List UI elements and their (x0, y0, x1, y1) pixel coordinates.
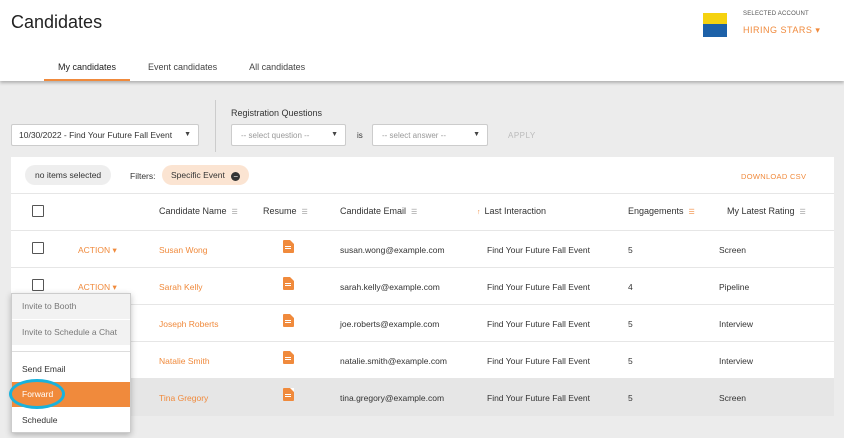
last-interaction: Find Your Future Fall Event (487, 356, 591, 366)
filter-chip: Specific Event − (162, 165, 250, 185)
menu-item-invite-to-booth[interactable]: Invite to Booth (12, 294, 130, 319)
resume-icon[interactable] (283, 277, 294, 290)
resume-icon[interactable] (283, 240, 294, 253)
menu-item-send-email[interactable]: Send Email (12, 357, 130, 382)
filter-icon: ☰ (688, 209, 695, 216)
page-header: Candidates My candidates Event candidate… (0, 0, 844, 81)
candidate-name-link[interactable]: Natalie Smith (159, 356, 210, 366)
filter-icon: ☰ (231, 209, 238, 216)
page-title: Candidates (11, 12, 103, 32)
last-interaction: Find Your Future Fall Event (487, 245, 591, 255)
account-switcher[interactable]: HIRING STARS ▾ (743, 25, 820, 36)
latest-rating: Screen (719, 245, 746, 255)
engagements-count: 5 (628, 356, 633, 366)
filter-icon: ☰ (799, 209, 806, 216)
resume-icon[interactable] (283, 351, 294, 364)
table-row: ACTION ▾ Sarah Kelly sarah.kelly@example… (11, 268, 834, 305)
menu-divider (12, 351, 130, 352)
candidate-name-link[interactable]: Sarah Kelly (159, 282, 202, 292)
event-select-value: 10/30/2022 - Find Your Future Fall Event (19, 130, 173, 140)
selected-account-label: SELECTED ACCOUNT (743, 11, 809, 17)
answer-select[interactable]: -- select answer -- ▼ (372, 124, 488, 146)
engagements-count: 4 (628, 282, 633, 292)
engagements-count: 5 (628, 319, 633, 329)
candidate-name-link[interactable]: Tina Gregory (159, 393, 208, 403)
action-dropdown[interactable]: ACTION ▾ (78, 282, 117, 293)
column-header-name[interactable]: Candidate Name ☰ (159, 206, 238, 216)
tab-event-candidates[interactable]: Event candidates (134, 56, 231, 81)
engagements-count: 5 (628, 245, 633, 255)
chevron-down-icon: ▼ (473, 131, 480, 138)
chevron-down-icon: ▼ (331, 131, 338, 138)
column-header-last-interaction[interactable]: ↑ Last Interaction (477, 206, 546, 216)
question-select[interactable]: -- select question -- ▼ (231, 124, 346, 146)
latest-rating: Screen (719, 393, 746, 403)
table-header-row: Candidate Name ☰ Resume ☰ Candidate Email ☰… (11, 194, 834, 231)
latest-rating: Interview (719, 356, 754, 366)
candidate-email: joe.roberts@example.com (340, 319, 440, 329)
candidate-email: natalie.smith@example.com (340, 356, 447, 366)
tab-all-candidates[interactable]: All candidates (235, 56, 319, 81)
resume-icon[interactable] (283, 388, 294, 401)
tab-my-candidates[interactable]: My candidates (44, 56, 131, 81)
sort-up-icon: ↑ (477, 209, 481, 216)
table-row: ACTION ▾ Susan Wong susan.wong@example.c… (11, 231, 834, 268)
candidate-name-link[interactable]: Susan Wong (159, 245, 208, 255)
menu-item-invite-to-schedule-chat[interactable]: Invite to Schedule a Chat (12, 320, 130, 345)
tab-bar: My candidates Event candidates All candi… (44, 56, 319, 81)
filter-icon: ☰ (411, 209, 418, 216)
column-header-resume[interactable]: Resume ☰ (263, 206, 308, 216)
column-header-rating[interactable]: My Latest Rating ☰ (727, 206, 806, 216)
question-select-placeholder: -- select question -- (241, 131, 310, 140)
chevron-down-icon: ▼ (184, 131, 191, 138)
is-label: is (357, 131, 363, 140)
action-menu: Invite to Booth Invite to Schedule a Cha… (11, 293, 131, 433)
selection-count-badge: no items selected (25, 165, 112, 185)
candidate-name-link[interactable]: Joseph Roberts (159, 319, 219, 329)
candidate-email: susan.wong@example.com (340, 245, 445, 255)
latest-rating: Interview (719, 319, 754, 329)
account-logo (703, 13, 727, 37)
select-all-checkbox[interactable] (32, 205, 44, 217)
answer-select-placeholder: -- select answer -- (382, 131, 447, 140)
download-csv-button[interactable]: DOWNLOAD CSV (741, 172, 806, 181)
filter-icon: ☰ (301, 209, 308, 216)
table-row: Tina Gregory tina.gregory@example.com Fi… (11, 379, 834, 416)
menu-item-schedule[interactable]: Schedule (12, 408, 130, 433)
row-checkbox[interactable] (32, 279, 44, 291)
registration-questions-label: Registration Questions (231, 108, 323, 118)
candidate-email: sarah.kelly@example.com (340, 282, 440, 292)
menu-item-forward[interactable]: Forward (12, 382, 130, 407)
candidate-email: tina.gregory@example.com (340, 393, 445, 403)
apply-button[interactable]: APPLY (508, 131, 536, 140)
event-select[interactable]: 10/30/2022 - Find Your Future Fall Event… (11, 124, 199, 146)
action-dropdown[interactable]: ACTION ▾ (78, 245, 117, 256)
table-row: Natalie Smith natalie.smith@example.com … (11, 342, 834, 379)
remove-filter-icon[interactable]: − (231, 172, 241, 181)
candidates-table: no items selected Filters: Specific Even… (11, 157, 834, 416)
latest-rating: Pipeline (719, 282, 750, 292)
resume-icon[interactable] (283, 314, 294, 327)
engagements-count: 5 (628, 393, 633, 403)
column-header-engagements[interactable]: Engagements ☰ (628, 206, 695, 216)
filter-chip-label: Specific Event (171, 170, 225, 180)
last-interaction: Find Your Future Fall Event (487, 393, 591, 403)
filters-label: Filters: (130, 171, 156, 181)
last-interaction: Find Your Future Fall Event (487, 282, 591, 292)
divider (215, 100, 216, 152)
last-interaction: Find Your Future Fall Event (487, 319, 591, 329)
row-checkbox[interactable] (32, 242, 44, 254)
table-row: Joseph Roberts joe.roberts@example.com F… (11, 305, 834, 342)
column-header-email[interactable]: Candidate Email ☰ (340, 206, 417, 216)
table-toolbar: no items selected Filters: Specific Even… (11, 157, 834, 194)
